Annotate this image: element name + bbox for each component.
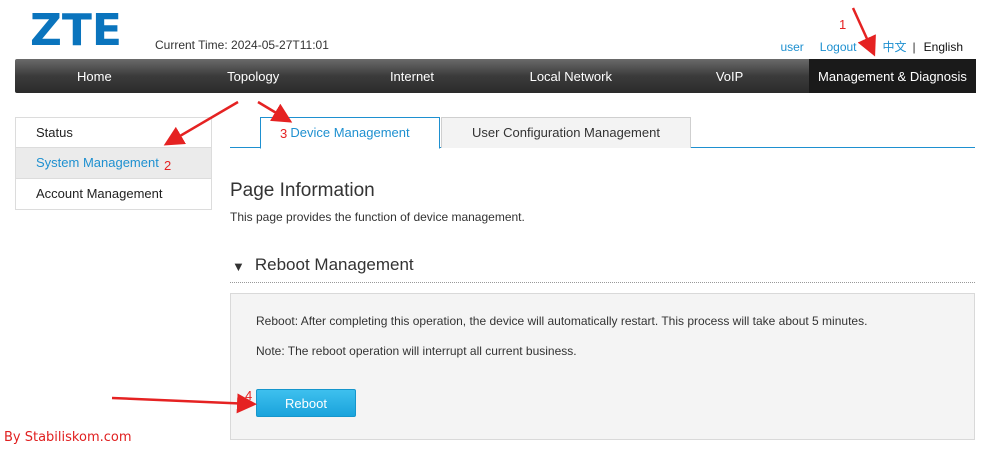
- nav-item-management-diagnosis[interactable]: Management & Diagnosis: [808, 59, 976, 93]
- language-english-link[interactable]: English: [924, 40, 963, 54]
- reboot-note-text: Note: The reboot operation will interrup…: [256, 344, 577, 358]
- language-chinese-link[interactable]: 中文: [883, 38, 907, 55]
- sidebar: Status System Management Account Managem…: [15, 117, 212, 210]
- nav-item-home[interactable]: Home: [15, 59, 174, 93]
- annotation-marker-1: 1: [839, 17, 847, 32]
- reboot-button[interactable]: Reboot: [256, 389, 356, 417]
- reboot-info-text: Reboot: After completing this operation,…: [256, 314, 868, 328]
- main-navbar: Home Topology Internet Local Network VoI…: [15, 59, 976, 93]
- tab-user-configuration-management[interactable]: User Configuration Management: [441, 117, 691, 148]
- reboot-section-header[interactable]: ▼ Reboot Management: [230, 255, 975, 283]
- sidebar-item-system-management[interactable]: System Management: [15, 148, 212, 179]
- logout-link[interactable]: Logout: [820, 40, 857, 54]
- nav-item-voip[interactable]: VoIP: [650, 59, 809, 93]
- page-title: Page Information: [230, 180, 375, 201]
- current-time: Current Time: 2024-05-27T11:01: [155, 38, 329, 52]
- zte-logo: ZTE: [30, 5, 122, 56]
- annotation-marker-4: 4: [245, 388, 253, 403]
- tab-bar: Device Management User Configuration Man…: [230, 117, 975, 149]
- user-link[interactable]: user: [780, 40, 803, 54]
- nav-item-internet[interactable]: Internet: [333, 59, 492, 93]
- sidebar-item-account-management[interactable]: Account Management: [15, 179, 212, 210]
- section-title: Reboot Management: [254, 255, 414, 274]
- reboot-panel: Reboot: After completing this operation,…: [230, 293, 975, 440]
- annotation-marker-3: 3: [280, 126, 288, 141]
- sidebar-item-status[interactable]: Status: [15, 117, 212, 148]
- annotation-marker-2: 2: [164, 158, 172, 173]
- collapse-triangle-icon[interactable]: ▼: [232, 259, 245, 274]
- nav-item-topology[interactable]: Topology: [174, 59, 333, 93]
- language-separator: |: [912, 39, 916, 54]
- nav-item-local-network[interactable]: Local Network: [491, 59, 650, 93]
- top-links: user Logout 中文 | English: [780, 38, 963, 55]
- watermark: By Stabiliskom.com: [4, 430, 132, 445]
- page-description: This page provides the function of devic…: [230, 210, 525, 224]
